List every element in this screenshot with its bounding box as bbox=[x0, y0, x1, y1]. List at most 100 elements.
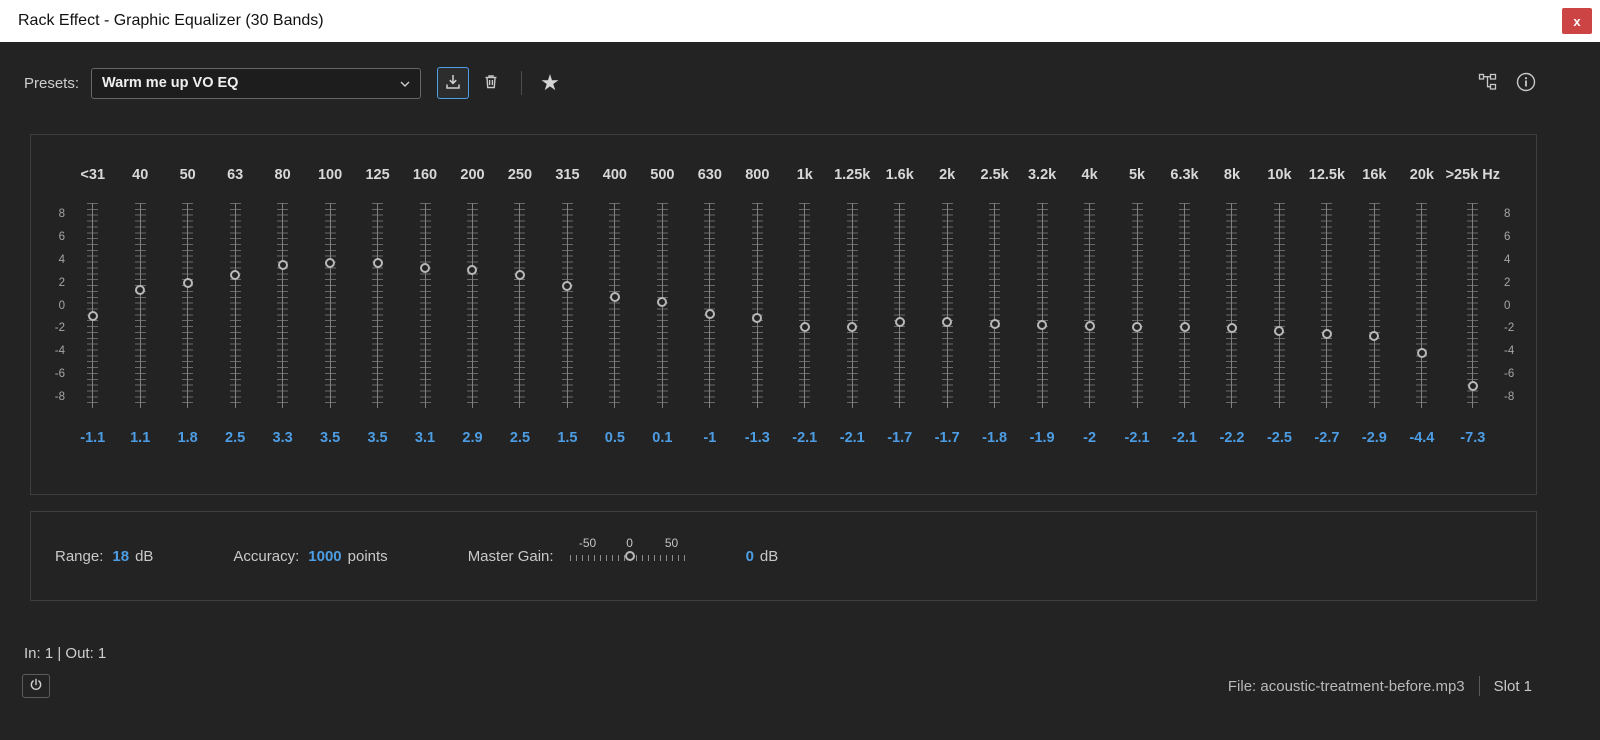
band-slider-knob[interactable] bbox=[894, 317, 905, 328]
band-slider-track[interactable] bbox=[1130, 203, 1144, 408]
band-slider-knob[interactable] bbox=[1084, 320, 1095, 331]
band-slider-track[interactable] bbox=[1415, 203, 1429, 408]
band-slider-knob[interactable] bbox=[87, 310, 98, 321]
band-slider-track[interactable] bbox=[513, 203, 527, 408]
band-slider-track[interactable] bbox=[1225, 203, 1239, 408]
presets-dropdown[interactable]: Warm me up VO EQ bbox=[91, 67, 422, 99]
band-slider-track[interactable] bbox=[750, 203, 764, 408]
band-gain-value[interactable]: -1.7 bbox=[935, 430, 960, 446]
band-slider-knob[interactable] bbox=[420, 262, 431, 273]
band-gain-value[interactable]: -1.9 bbox=[1030, 430, 1055, 446]
band-slider-track[interactable] bbox=[1035, 203, 1049, 408]
master-gain-knob[interactable] bbox=[624, 551, 635, 561]
band-gain-value[interactable]: -2.1 bbox=[792, 430, 817, 446]
io-routing-button[interactable] bbox=[1472, 67, 1504, 99]
band-gain-value[interactable]: 1.1 bbox=[130, 430, 150, 446]
master-gain-slider[interactable]: -50 0 50 bbox=[569, 536, 690, 576]
band-slider-track[interactable] bbox=[893, 203, 907, 408]
band-slider-knob[interactable] bbox=[230, 269, 241, 280]
band-slider-track[interactable] bbox=[465, 203, 479, 408]
band-slider-knob[interactable] bbox=[1321, 328, 1332, 339]
band-slider-knob[interactable] bbox=[1416, 348, 1427, 359]
band-slider-knob[interactable] bbox=[1369, 331, 1380, 342]
band-slider-knob[interactable] bbox=[1467, 381, 1478, 392]
band-gain-value[interactable]: 1.8 bbox=[178, 430, 198, 446]
band-slider-track[interactable] bbox=[1320, 203, 1334, 408]
band-slider-track[interactable] bbox=[655, 203, 669, 408]
band-gain-value[interactable]: 3.5 bbox=[320, 430, 340, 446]
band-slider-knob[interactable] bbox=[135, 285, 146, 296]
band-slider-track[interactable] bbox=[940, 203, 954, 408]
band-slider-knob[interactable] bbox=[182, 277, 193, 288]
band-slider-knob[interactable] bbox=[704, 309, 715, 320]
info-button[interactable] bbox=[1510, 67, 1542, 99]
band-slider-knob[interactable] bbox=[372, 258, 383, 269]
band-gain-value[interactable]: -2.2 bbox=[1219, 430, 1244, 446]
band-slider-knob[interactable] bbox=[657, 296, 668, 307]
band-gain-value[interactable]: -2 bbox=[1083, 430, 1096, 446]
band-slider-knob[interactable] bbox=[1037, 319, 1048, 330]
band-slider-knob[interactable] bbox=[514, 269, 525, 280]
band-slider-knob[interactable] bbox=[325, 258, 336, 269]
band-slider-track[interactable] bbox=[1178, 203, 1192, 408]
band-gain-value[interactable]: -1.7 bbox=[887, 430, 912, 446]
band-gain-value[interactable]: 2.5 bbox=[225, 430, 245, 446]
band-slider-knob[interactable] bbox=[609, 292, 620, 303]
range-value[interactable]: 18 bbox=[112, 548, 129, 565]
band-slider-track[interactable] bbox=[86, 203, 100, 408]
band-slider-knob[interactable] bbox=[277, 260, 288, 271]
band-slider-track[interactable] bbox=[988, 203, 1002, 408]
master-gain-value[interactable]: 0 bbox=[746, 548, 754, 565]
band-gain-value[interactable]: -7.3 bbox=[1460, 430, 1485, 446]
accuracy-value[interactable]: 1000 bbox=[308, 548, 341, 565]
band-gain-value[interactable]: 0.1 bbox=[652, 430, 672, 446]
band-gain-value[interactable]: 3.3 bbox=[273, 430, 293, 446]
band-slider-track[interactable] bbox=[1466, 203, 1480, 408]
band-gain-value[interactable]: 3.5 bbox=[367, 430, 387, 446]
band-slider-knob[interactable] bbox=[1226, 323, 1237, 334]
band-slider-track[interactable] bbox=[228, 203, 242, 408]
band-gain-value[interactable]: -2.7 bbox=[1314, 430, 1339, 446]
band-slider-knob[interactable] bbox=[989, 318, 1000, 329]
band-gain-value[interactable]: -2.1 bbox=[840, 430, 865, 446]
band-slider-track[interactable] bbox=[133, 203, 147, 408]
band-slider-track[interactable] bbox=[418, 203, 432, 408]
save-preset-button[interactable] bbox=[437, 67, 470, 99]
band-gain-value[interactable]: -4.4 bbox=[1409, 430, 1434, 446]
band-gain-value[interactable]: -2.9 bbox=[1362, 430, 1387, 446]
band-slider-track[interactable] bbox=[323, 203, 337, 408]
band-slider-knob[interactable] bbox=[752, 312, 763, 323]
band-gain-value[interactable]: -1.3 bbox=[745, 430, 770, 446]
band-slider-knob[interactable] bbox=[1179, 321, 1190, 332]
band-slider-knob[interactable] bbox=[942, 317, 953, 328]
band-slider-track[interactable] bbox=[608, 203, 622, 408]
band-gain-value[interactable]: -2.1 bbox=[1172, 430, 1197, 446]
band-slider-track[interactable] bbox=[181, 203, 195, 408]
band-gain-value[interactable]: 0.5 bbox=[605, 430, 625, 446]
band-slider-track[interactable] bbox=[371, 203, 385, 408]
band-slider-knob[interactable] bbox=[562, 280, 573, 291]
band-slider-track[interactable] bbox=[845, 203, 859, 408]
band-gain-value[interactable]: -1.8 bbox=[982, 430, 1007, 446]
band-gain-value[interactable]: 2.9 bbox=[462, 430, 482, 446]
band-slider-knob[interactable] bbox=[467, 264, 478, 275]
band-slider-track[interactable] bbox=[1367, 203, 1381, 408]
band-slider-track[interactable] bbox=[703, 203, 717, 408]
band-gain-value[interactable]: 3.1 bbox=[415, 430, 435, 446]
band-slider-knob[interactable] bbox=[1132, 321, 1143, 332]
band-slider-knob[interactable] bbox=[847, 321, 858, 332]
favorite-button[interactable]: ★ bbox=[534, 67, 566, 99]
band-slider-track[interactable] bbox=[798, 203, 812, 408]
band-gain-value[interactable]: 1.5 bbox=[557, 430, 577, 446]
band-gain-value[interactable]: -2.5 bbox=[1267, 430, 1292, 446]
close-button[interactable]: x bbox=[1562, 8, 1592, 34]
band-slider-track[interactable] bbox=[560, 203, 574, 408]
band-gain-value[interactable]: -1.1 bbox=[80, 430, 105, 446]
power-button[interactable] bbox=[22, 674, 50, 698]
band-slider-knob[interactable] bbox=[799, 321, 810, 332]
band-gain-value[interactable]: 2.5 bbox=[510, 430, 530, 446]
band-slider-track[interactable] bbox=[1083, 203, 1097, 408]
band-slider-track[interactable] bbox=[276, 203, 290, 408]
band-gain-value[interactable]: -1 bbox=[703, 430, 716, 446]
band-slider-track[interactable] bbox=[1272, 203, 1286, 408]
